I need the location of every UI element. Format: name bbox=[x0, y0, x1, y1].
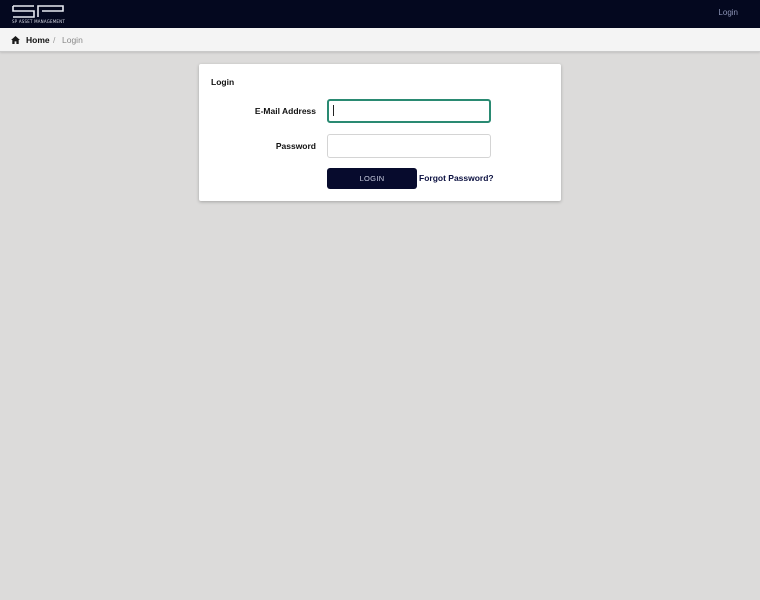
breadcrumb-separator: / bbox=[53, 35, 56, 45]
breadcrumb: Home / Login bbox=[0, 28, 760, 52]
text-caret bbox=[333, 105, 334, 116]
breadcrumb-current: Login bbox=[62, 35, 83, 45]
password-field[interactable] bbox=[327, 134, 491, 158]
logo-mark-icon bbox=[12, 5, 64, 18]
breadcrumb-home-link[interactable]: Home bbox=[26, 35, 50, 45]
login-button[interactable]: LOGIN bbox=[327, 168, 417, 189]
top-navbar: SP ASSET MANAGEMENT Login bbox=[0, 0, 760, 28]
login-card: Login E-Mail Address Password LOGIN Forg… bbox=[199, 64, 561, 201]
forgot-password-link[interactable]: Forgot Password? bbox=[419, 173, 494, 183]
card-title: Login bbox=[211, 77, 235, 87]
brand-logo[interactable]: SP ASSET MANAGEMENT bbox=[12, 5, 66, 25]
brand-tagline: SP ASSET MANAGEMENT bbox=[12, 19, 65, 24]
home-icon[interactable] bbox=[11, 36, 20, 44]
email-label: E-Mail Address bbox=[254, 106, 316, 116]
password-label: Password bbox=[275, 141, 316, 151]
nav-login-link[interactable]: Login bbox=[718, 8, 738, 17]
email-field[interactable] bbox=[327, 99, 491, 123]
